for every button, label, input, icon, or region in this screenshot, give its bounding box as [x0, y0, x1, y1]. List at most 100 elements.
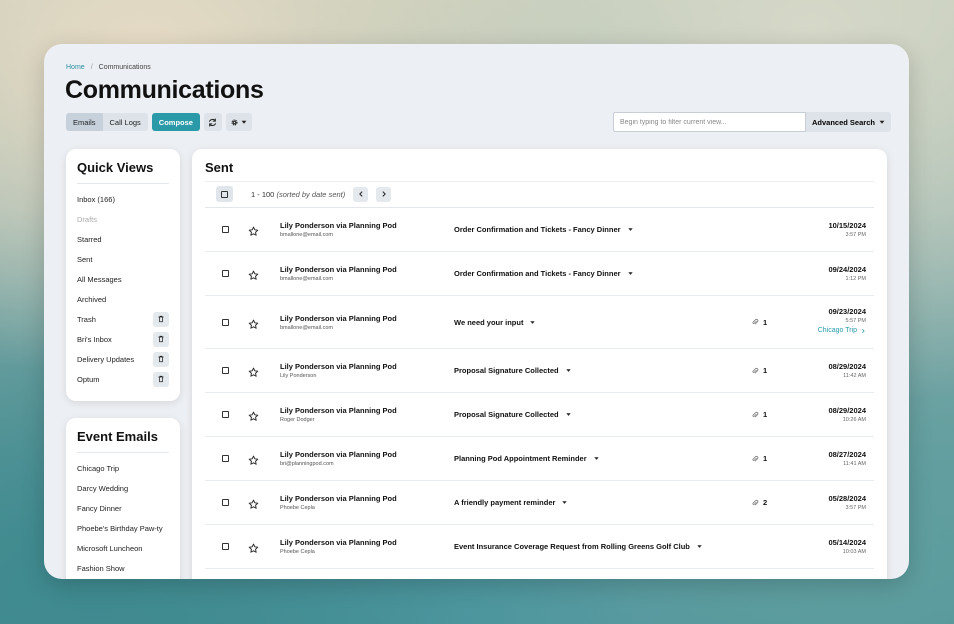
- star-icon: [248, 411, 259, 421]
- delete-view-button[interactable]: [153, 351, 169, 367]
- sender-name: Lily Ponderson via Planning Pod: [280, 313, 397, 323]
- quick-view-item[interactable]: Bri's Inbox: [77, 329, 169, 349]
- chevron-right-icon: [861, 328, 865, 333]
- row-checkbox[interactable]: [222, 411, 229, 418]
- event-email-item[interactable]: Fancy Dinner: [77, 498, 169, 518]
- quick-view-item[interactable]: Optum: [77, 369, 169, 389]
- message-row[interactable]: Lily Ponderson via Planning Pod Lily Pond…: [205, 349, 874, 393]
- row-checkbox[interactable]: [222, 543, 229, 550]
- star-button[interactable]: [248, 224, 259, 236]
- paperclip-icon: [752, 455, 759, 461]
- sender-name: Lily Ponderson via Planning Pod: [280, 538, 397, 547]
- quick-view-item[interactable]: Inbox (166): [77, 189, 169, 209]
- subject-text: Order Confirmation and Tickets - Fancy D…: [454, 269, 621, 278]
- sent-date: 10/15/2024: [828, 221, 866, 230]
- sender-detail: Roger Dodger: [280, 417, 315, 423]
- sent-date: 09/24/2024: [828, 265, 866, 274]
- quick-view-label: Bri's Inbox: [77, 334, 112, 344]
- caret-down-icon: [562, 501, 568, 504]
- attachment-number: 2: [763, 498, 768, 507]
- delete-view-button[interactable]: [153, 331, 169, 347]
- quick-view-item[interactable]: Archived: [77, 289, 169, 309]
- next-page-button[interactable]: [376, 186, 392, 202]
- event-email-item[interactable]: Darcy Wedding: [77, 478, 169, 498]
- sent-time: 10:26 AM: [842, 417, 866, 423]
- message-list-panel: Sent 1 - 100 (sorted by date sent) Lily …: [192, 149, 887, 579]
- subject-line[interactable]: Proposal Signature Collected: [454, 410, 572, 419]
- event-email-item[interactable]: Microsoft Luncheon: [77, 538, 169, 558]
- subject-text: Order Confirmation and Tickets - Fancy D…: [454, 225, 621, 234]
- message-row[interactable]: Lily Ponderson via Planning Pod bmallone@…: [205, 252, 874, 296]
- advanced-search-button[interactable]: Advanced Search: [806, 112, 891, 132]
- star-button[interactable]: [248, 497, 259, 509]
- subject-line[interactable]: We need your input: [454, 318, 536, 327]
- event-email-label: Fancy Dinner: [77, 503, 122, 513]
- row-checkbox[interactable]: [222, 367, 229, 374]
- select-all-checkbox[interactable]: [216, 186, 233, 202]
- star-button[interactable]: [248, 268, 259, 280]
- attachment-count: 1: [751, 454, 767, 463]
- subject-line[interactable]: A friendly payment reminder: [454, 498, 568, 507]
- event-email-item[interactable]: Phoebe's Birthday Paw-ty: [77, 518, 169, 538]
- attachment-count: 1: [751, 410, 767, 419]
- event-email-item[interactable]: Chicago Trip: [77, 458, 169, 478]
- delete-view-button[interactable]: [153, 311, 169, 327]
- attachment-count: 1: [751, 318, 767, 327]
- advanced-search-label: Advanced Search: [812, 117, 875, 127]
- subject-text: Proposal Signature Collected: [454, 410, 559, 419]
- breadcrumb-home-link[interactable]: Home: [66, 64, 85, 71]
- message-row[interactable]: Lily Ponderson via Planning Pod bmallone@…: [205, 208, 874, 252]
- message-row[interactable]: Lily Ponderson via Planning Pod bmallone@…: [205, 296, 874, 349]
- event-email-item[interactable]: Fashion Show: [77, 558, 169, 578]
- star-button[interactable]: [248, 409, 259, 421]
- star-button[interactable]: [248, 317, 259, 329]
- quick-view-item[interactable]: Sent: [77, 249, 169, 269]
- divider: [77, 452, 169, 453]
- quick-view-label: Archived: [77, 294, 107, 304]
- quick-views-panel: Quick Views Inbox (166) Drafts Starred Sent…: [66, 149, 180, 401]
- subject-text: Event Insurance Coverage Request from Ro…: [454, 542, 690, 551]
- quick-view-item[interactable]: Starred: [77, 229, 169, 249]
- message-row[interactable]: Lily Ponderson via Planning Pod Phoebe Ce…: [205, 481, 874, 525]
- call-logs-tab-button[interactable]: Call Logs: [102, 113, 148, 131]
- subject-line[interactable]: Proposal Signature Collected: [454, 366, 572, 375]
- star-button[interactable]: [248, 365, 259, 377]
- sent-date: 09/23/2024: [828, 307, 866, 316]
- delete-view-button[interactable]: [153, 371, 169, 387]
- event-tag-link[interactable]: Chicago Trip: [818, 327, 866, 334]
- gear-icon: [231, 119, 238, 125]
- message-row[interactable]: Lily Ponderson via Planning Pod Roger Dod…: [205, 393, 874, 437]
- star-button[interactable]: [248, 541, 259, 553]
- page-title: Communications: [65, 76, 264, 104]
- filter-search-input[interactable]: [613, 112, 806, 132]
- row-checkbox[interactable]: [222, 270, 229, 277]
- row-checkbox[interactable]: [222, 318, 229, 326]
- quick-view-item[interactable]: Delivery Updates: [77, 349, 169, 369]
- list-toolbar: 1 - 100 (sorted by date sent): [216, 186, 392, 202]
- message-row[interactable]: Lily Ponderson via Planning Pod bri@plann…: [205, 437, 874, 481]
- caret-down-icon: [627, 272, 633, 275]
- subject-line[interactable]: Order Confirmation and Tickets - Fancy D…: [454, 269, 634, 278]
- trash-icon: [158, 375, 164, 383]
- subject-line[interactable]: Order Confirmation and Tickets - Fancy D…: [454, 225, 634, 234]
- sender-name: Lily Ponderson via Planning Pod: [280, 221, 397, 230]
- row-checkbox[interactable]: [222, 455, 229, 462]
- message-row[interactable]: Lily Ponderson via Planning Pod Phoebe Ce…: [205, 525, 874, 569]
- emails-tab-button[interactable]: Emails: [66, 113, 103, 131]
- star-button[interactable]: [248, 453, 259, 465]
- quick-view-item[interactable]: Trash: [77, 309, 169, 329]
- sent-time: 3:57 PM: [845, 232, 866, 238]
- refresh-button[interactable]: [203, 113, 222, 131]
- row-checkbox[interactable]: [222, 499, 229, 506]
- prev-page-button[interactable]: [353, 186, 369, 202]
- subject-line[interactable]: Planning Pod Appointment Reminder: [454, 454, 600, 463]
- subject-line[interactable]: Event Insurance Coverage Request from Ro…: [454, 542, 703, 551]
- breadcrumb: Home / Communications: [66, 64, 151, 71]
- quick-view-item[interactable]: Drafts: [77, 209, 169, 229]
- attachment-number: 1: [763, 454, 768, 463]
- settings-dropdown-button[interactable]: [225, 113, 252, 131]
- compose-button[interactable]: Compose: [151, 113, 200, 131]
- quick-view-item[interactable]: All Messages: [77, 269, 169, 289]
- quick-view-label: Starred: [77, 234, 102, 244]
- row-checkbox[interactable]: [222, 226, 229, 233]
